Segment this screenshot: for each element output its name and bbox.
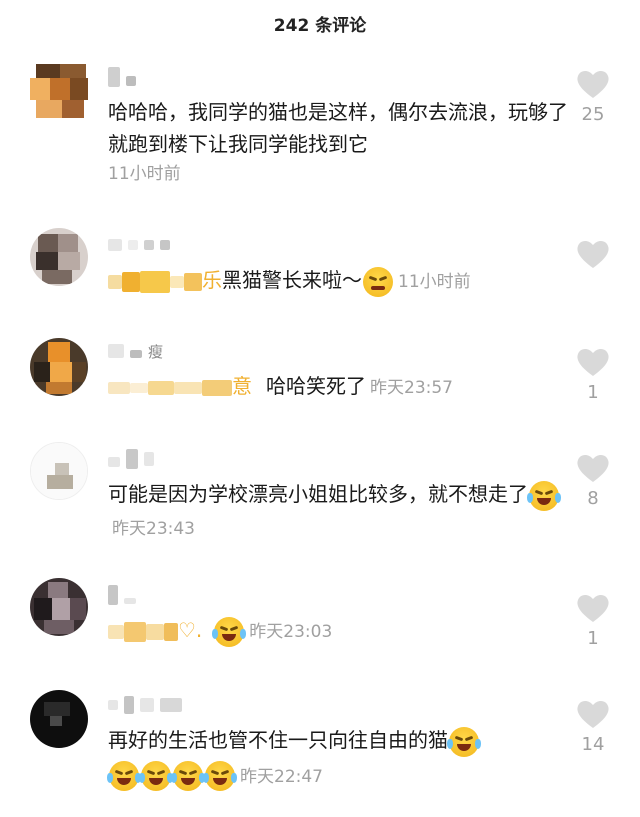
avatar[interactable] [30, 690, 88, 748]
comment-text: 哈哈笑死了 [266, 374, 366, 398]
laughing-tears-emoji [171, 761, 205, 791]
username-blurred[interactable] [108, 694, 568, 716]
heart-icon [577, 348, 609, 376]
avatar[interactable] [30, 62, 88, 120]
laughing-tears-emoji [212, 616, 247, 647]
comment-time: 昨天22:47 [240, 766, 323, 787]
comment-text: 黑猫警长来啦～ [222, 268, 362, 292]
laughing-tears-emoji [203, 761, 237, 791]
username-blurred[interactable]: 瘦 [108, 340, 568, 362]
like-button[interactable]: 8 [572, 452, 614, 509]
comment-item: 哈哈哈，我同学的猫也是这样，偶尔去流浪，玩够了就跑到楼下让我同学能找到它 11小… [0, 62, 640, 202]
laughing-tears-emoji [139, 761, 173, 791]
laughing-tears-emoji [447, 726, 481, 757]
laughing-tears-emoji [107, 761, 141, 791]
comment-item: ♡. 昨天23:03 1 [0, 578, 640, 658]
comment-item: 可能是因为学校漂亮小姐姐比较多，就不想走了昨天23:43 8 [0, 442, 640, 552]
avatar[interactable] [30, 228, 88, 286]
comment-time: 昨天23:03 [249, 622, 333, 642]
username-blurred[interactable] [108, 234, 568, 256]
comments-header: 242 条评论 [0, 0, 640, 46]
comment-text-partial: 乐 [202, 268, 222, 292]
like-button[interactable] [572, 238, 614, 274]
username-blurred[interactable] [108, 66, 568, 88]
comment-time: 昨天23:43 [112, 518, 195, 539]
comment-text: 可能是因为学校漂亮小姐姐比较多，就不想走了 [108, 482, 528, 506]
comment-count-title: 242 条评论 [273, 15, 367, 36]
avatar[interactable] [30, 578, 88, 636]
avatar[interactable] [30, 442, 88, 500]
comment-text-partial: 意 [232, 374, 252, 398]
heart-icon [577, 70, 609, 98]
comment-text-partial: ♡. [178, 618, 203, 642]
comment-item: 瘦 意哈哈笑死了 昨天23:57 1 [0, 338, 640, 418]
like-count: 14 [581, 734, 605, 755]
avatar[interactable] [30, 338, 88, 396]
heart-icon [577, 454, 609, 482]
heart-icon [577, 240, 609, 268]
username-partial: 瘦 [148, 342, 164, 361]
username-blurred[interactable] [108, 448, 568, 470]
like-button[interactable]: 1 [572, 592, 614, 649]
comment-item: 乐黑猫警长来啦～ 11小时前 [0, 228, 640, 312]
comment-time: 11小时前 [398, 272, 471, 292]
like-count: 25 [581, 104, 605, 125]
comment-time: 昨天23:57 [370, 378, 453, 398]
smug-emoji [363, 266, 393, 297]
like-button[interactable]: 14 [572, 698, 614, 755]
comment-text: 再好的生活也管不住一只向往自由的猫 [108, 728, 448, 752]
comment-text: 哈哈哈，我同学的猫也是这样，偶尔去流浪，玩够了就跑到楼下让我同学能找到它 [108, 100, 568, 156]
heart-icon [577, 594, 609, 622]
like-button[interactable]: 1 [572, 346, 614, 403]
like-count: 8 [587, 488, 599, 509]
comment-time: 11小时前 [108, 164, 181, 184]
like-count: 1 [587, 382, 599, 403]
comment-item: 再好的生活也管不住一只向往自由的猫 昨天22:47 14 [0, 690, 640, 810]
laughing-tears-emoji [527, 480, 561, 511]
heart-icon [577, 700, 609, 728]
username-blurred[interactable] [108, 584, 568, 606]
like-button[interactable]: 25 [572, 68, 614, 125]
like-count: 1 [587, 628, 599, 649]
